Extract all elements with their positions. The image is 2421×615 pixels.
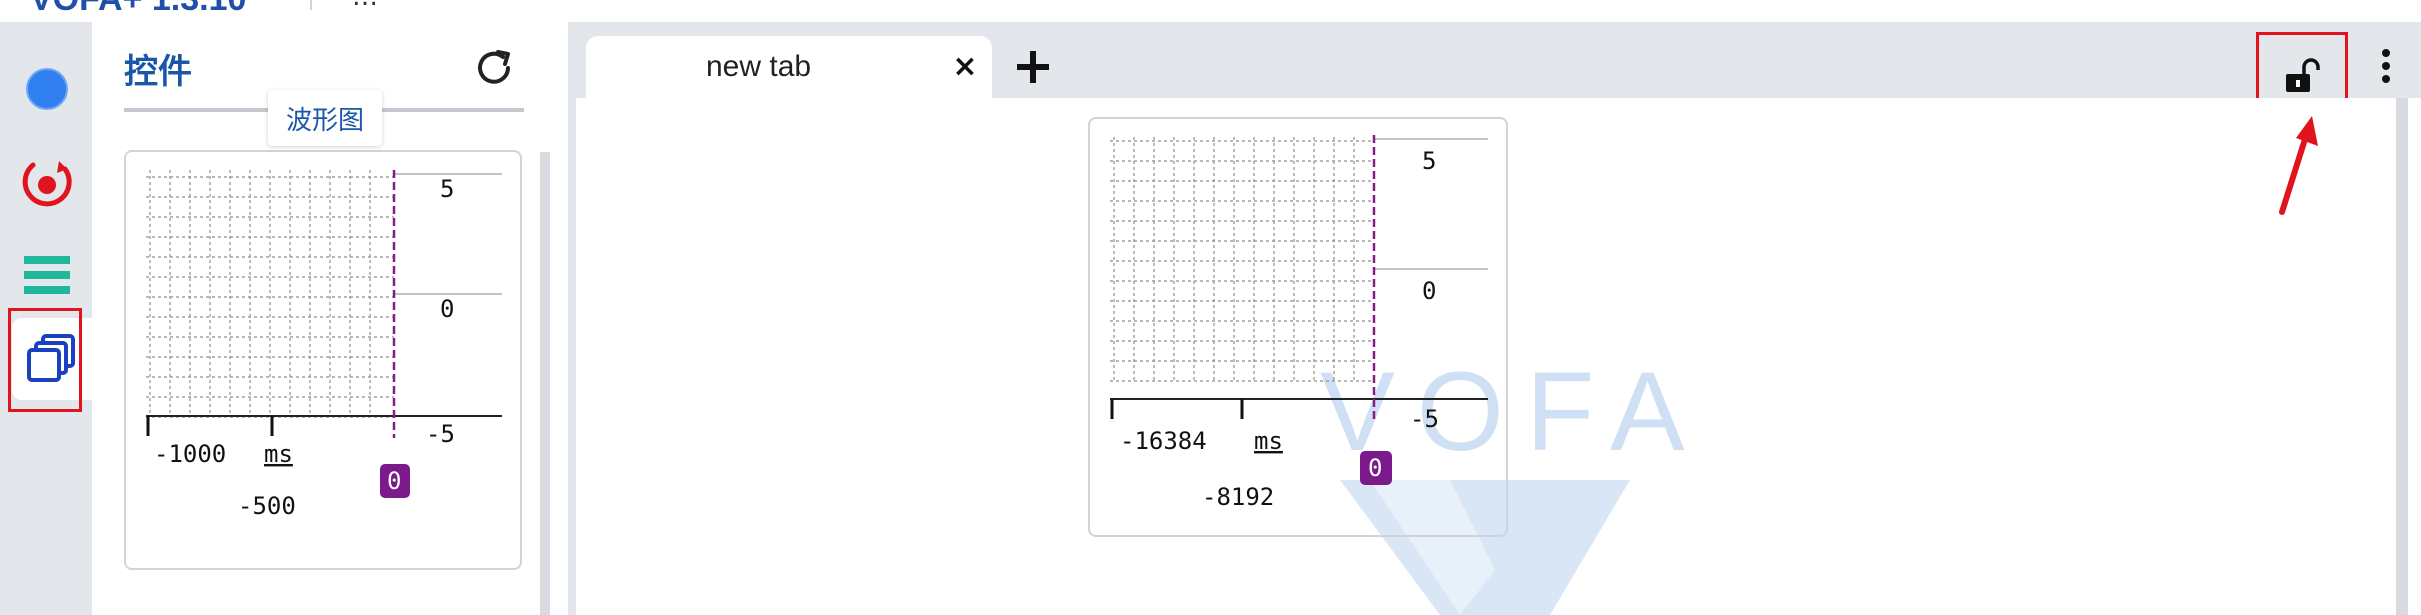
widget-panel: 控件 5 0 -5 -1000 ms -500 0 波形图 [92, 22, 568, 615]
sidebar-item-list[interactable] [8, 234, 86, 316]
x-tick-label: -1000 [154, 440, 226, 468]
title-bar: VOFA+ 1.3.10 … [0, 0, 2421, 22]
refresh-button[interactable] [468, 42, 520, 94]
annotation-highlight-box [8, 308, 82, 412]
add-tab-button[interactable] [1008, 42, 1058, 92]
x-tick-label: -8192 [1202, 483, 1274, 511]
widget-tooltip: 波形图 [268, 90, 382, 146]
x-unit-label: ms [1254, 427, 1283, 455]
x-tick-label: -16384 [1120, 427, 1207, 455]
sidebar-rail [0, 22, 92, 615]
record-icon [22, 161, 72, 207]
y-tick-label: -5 [426, 420, 455, 448]
unlock-icon [2286, 58, 2320, 92]
x-tick-label: -500 [238, 492, 296, 520]
workspace-scrollbar[interactable] [2396, 98, 2408, 615]
close-icon[interactable]: × [950, 48, 980, 84]
waveform-widget-card[interactable]: 5 0 -5 -1000 ms -500 0 [124, 150, 522, 570]
waveform-plot: 5 0 -5 -16384 ms -8192 0 [1110, 135, 1488, 511]
cursor-value-text: 0 [387, 467, 401, 495]
x-unit-label: ms [264, 440, 293, 468]
tab-new-tab[interactable]: new tab × [586, 36, 992, 98]
y-tick-label: -5 [1410, 405, 1439, 433]
sidebar-item-record[interactable] [8, 142, 86, 224]
status-dot-icon [26, 68, 68, 110]
scrollbar-thumb[interactable] [2396, 98, 2408, 615]
app-title: VOFA+ 1.3.10 [30, 0, 246, 19]
refresh-icon [478, 50, 510, 84]
more-vertical-icon [2382, 49, 2390, 83]
waveform-scope[interactable]: 5 0 -5 -16384 ms -8192 0 [1088, 117, 1508, 537]
panel-scrollbar[interactable] [540, 152, 550, 615]
cursor-value-text: 0 [1368, 454, 1382, 482]
y-tick-label: 5 [440, 175, 454, 203]
plus-icon [1017, 51, 1049, 83]
annotation-arrow [2279, 116, 2318, 215]
tab-label: new tab [706, 50, 812, 83]
waveform-widget-preview: 5 0 -5 -1000 ms -500 0 [146, 170, 502, 520]
menu-icon [24, 256, 70, 294]
sidebar-item-connect[interactable] [8, 48, 86, 130]
y-tick-label: 5 [1422, 147, 1436, 175]
title-overflow: … [352, 0, 378, 12]
more-options-button[interactable] [2368, 44, 2404, 88]
panel-title: 控件 [124, 52, 192, 92]
title-separator [310, 0, 312, 10]
y-tick-label: 0 [440, 295, 454, 323]
tab-bar: new tab × [568, 22, 2421, 120]
workspace-border [568, 98, 576, 615]
y-tick-label: 0 [1422, 277, 1436, 305]
